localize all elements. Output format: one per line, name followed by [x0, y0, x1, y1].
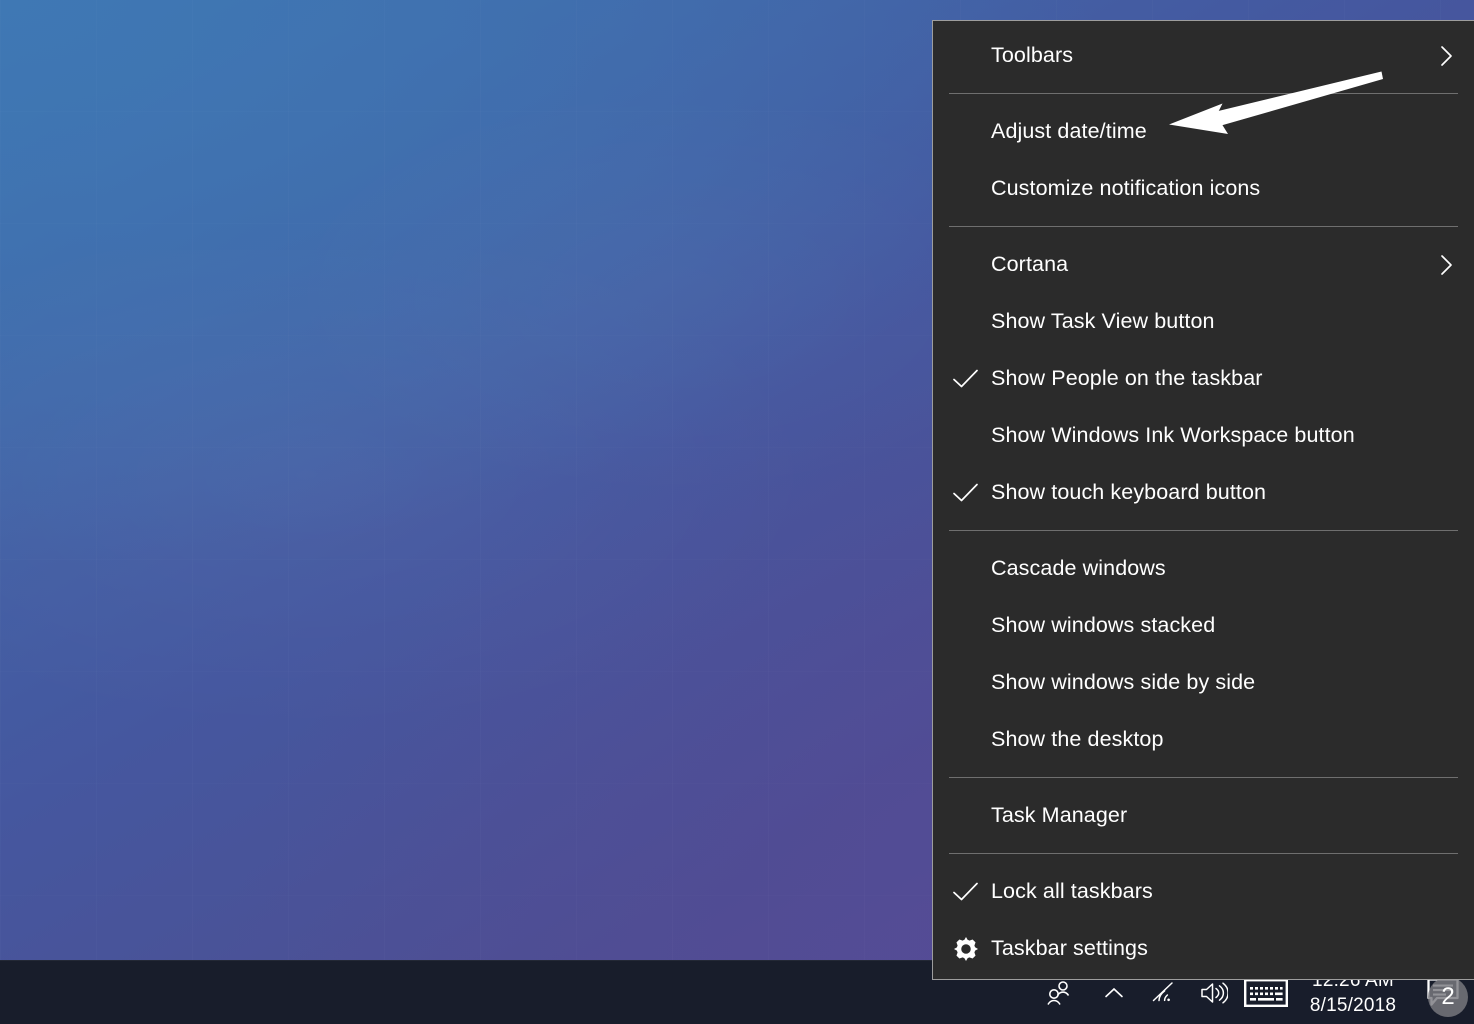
clock-date: 8/15/2018	[1310, 993, 1396, 1018]
menu-item-show-task-view-button[interactable]: Show Task View button	[933, 293, 1474, 350]
menu-item-glyph-empty	[949, 552, 983, 586]
notification-badge: 2	[1428, 977, 1468, 1017]
menu-item-show-windows-stacked[interactable]: Show windows stacked	[933, 597, 1474, 654]
check-icon	[949, 875, 983, 909]
menu-item-adjust-date-time[interactable]: Adjust date/time	[933, 103, 1474, 160]
menu-item-glyph-empty	[949, 799, 983, 833]
menu-item-label: Show touch keyboard button	[991, 480, 1266, 505]
menu-item-label: Cascade windows	[991, 556, 1166, 581]
wallpaper-highlight-lower	[0, 250, 855, 749]
menu-item-label: Toolbars	[991, 43, 1073, 68]
menu-separator	[949, 226, 1458, 227]
menu-item-label: Taskbar settings	[991, 936, 1148, 961]
gear-icon	[949, 932, 983, 966]
check-icon	[949, 476, 983, 510]
menu-item-glyph-empty	[949, 666, 983, 700]
menu-item-glyph-empty	[949, 115, 983, 149]
menu-item-show-people-on-the-taskbar[interactable]: Show People on the taskbar	[933, 350, 1474, 407]
menu-item-show-the-desktop[interactable]: Show the desktop	[933, 711, 1474, 768]
menu-item-glyph-empty	[949, 305, 983, 339]
menu-item-label: Show Task View button	[991, 309, 1215, 334]
menu-item-glyph-empty	[949, 723, 983, 757]
chevron-right-icon	[1432, 251, 1460, 279]
check-icon	[949, 362, 983, 396]
menu-separator	[949, 853, 1458, 854]
menu-item-glyph-empty	[949, 609, 983, 643]
menu-item-task-manager[interactable]: Task Manager	[933, 787, 1474, 844]
menu-item-label: Show windows side by side	[991, 670, 1255, 695]
taskbar-context-menu[interactable]: Toolbars Adjust date/time Customize noti…	[932, 20, 1474, 980]
menu-item-glyph-empty	[949, 419, 983, 453]
menu-item-glyph-empty	[949, 172, 983, 206]
menu-separator	[949, 530, 1458, 531]
menu-item-toolbars[interactable]: Toolbars	[933, 27, 1474, 84]
menu-item-show-touch-keyboard-button[interactable]: Show touch keyboard button	[933, 464, 1474, 521]
menu-item-label: Cortana	[991, 252, 1068, 277]
menu-item-label: Show Windows Ink Workspace button	[991, 423, 1355, 448]
menu-item-label: Customize notification icons	[991, 176, 1260, 201]
menu-item-lock-all-taskbars[interactable]: Lock all taskbars	[933, 863, 1474, 920]
menu-item-show-windows-side-by-side[interactable]: Show windows side by side	[933, 654, 1474, 711]
menu-item-cascade-windows[interactable]: Cascade windows	[933, 540, 1474, 597]
menu-separator	[949, 93, 1458, 94]
menu-item-label: Show the desktop	[991, 727, 1164, 752]
menu-item-show-windows-ink-workspace-button[interactable]: Show Windows Ink Workspace button	[933, 407, 1474, 464]
menu-item-label: Adjust date/time	[991, 119, 1147, 144]
menu-separator	[949, 777, 1458, 778]
menu-item-glyph-empty	[949, 39, 983, 73]
menu-item-cortana[interactable]: Cortana	[933, 236, 1474, 293]
chevron-right-icon	[1432, 42, 1460, 70]
menu-item-label: Lock all taskbars	[991, 879, 1153, 904]
menu-item-label: Task Manager	[991, 803, 1127, 828]
menu-item-customize-notification-icons[interactable]: Customize notification icons	[933, 160, 1474, 217]
menu-item-label: Show windows stacked	[991, 613, 1215, 638]
menu-item-taskbar-settings[interactable]: Taskbar settings	[933, 920, 1474, 977]
menu-item-label: Show People on the taskbar	[991, 366, 1263, 391]
menu-item-glyph-empty	[949, 248, 983, 282]
